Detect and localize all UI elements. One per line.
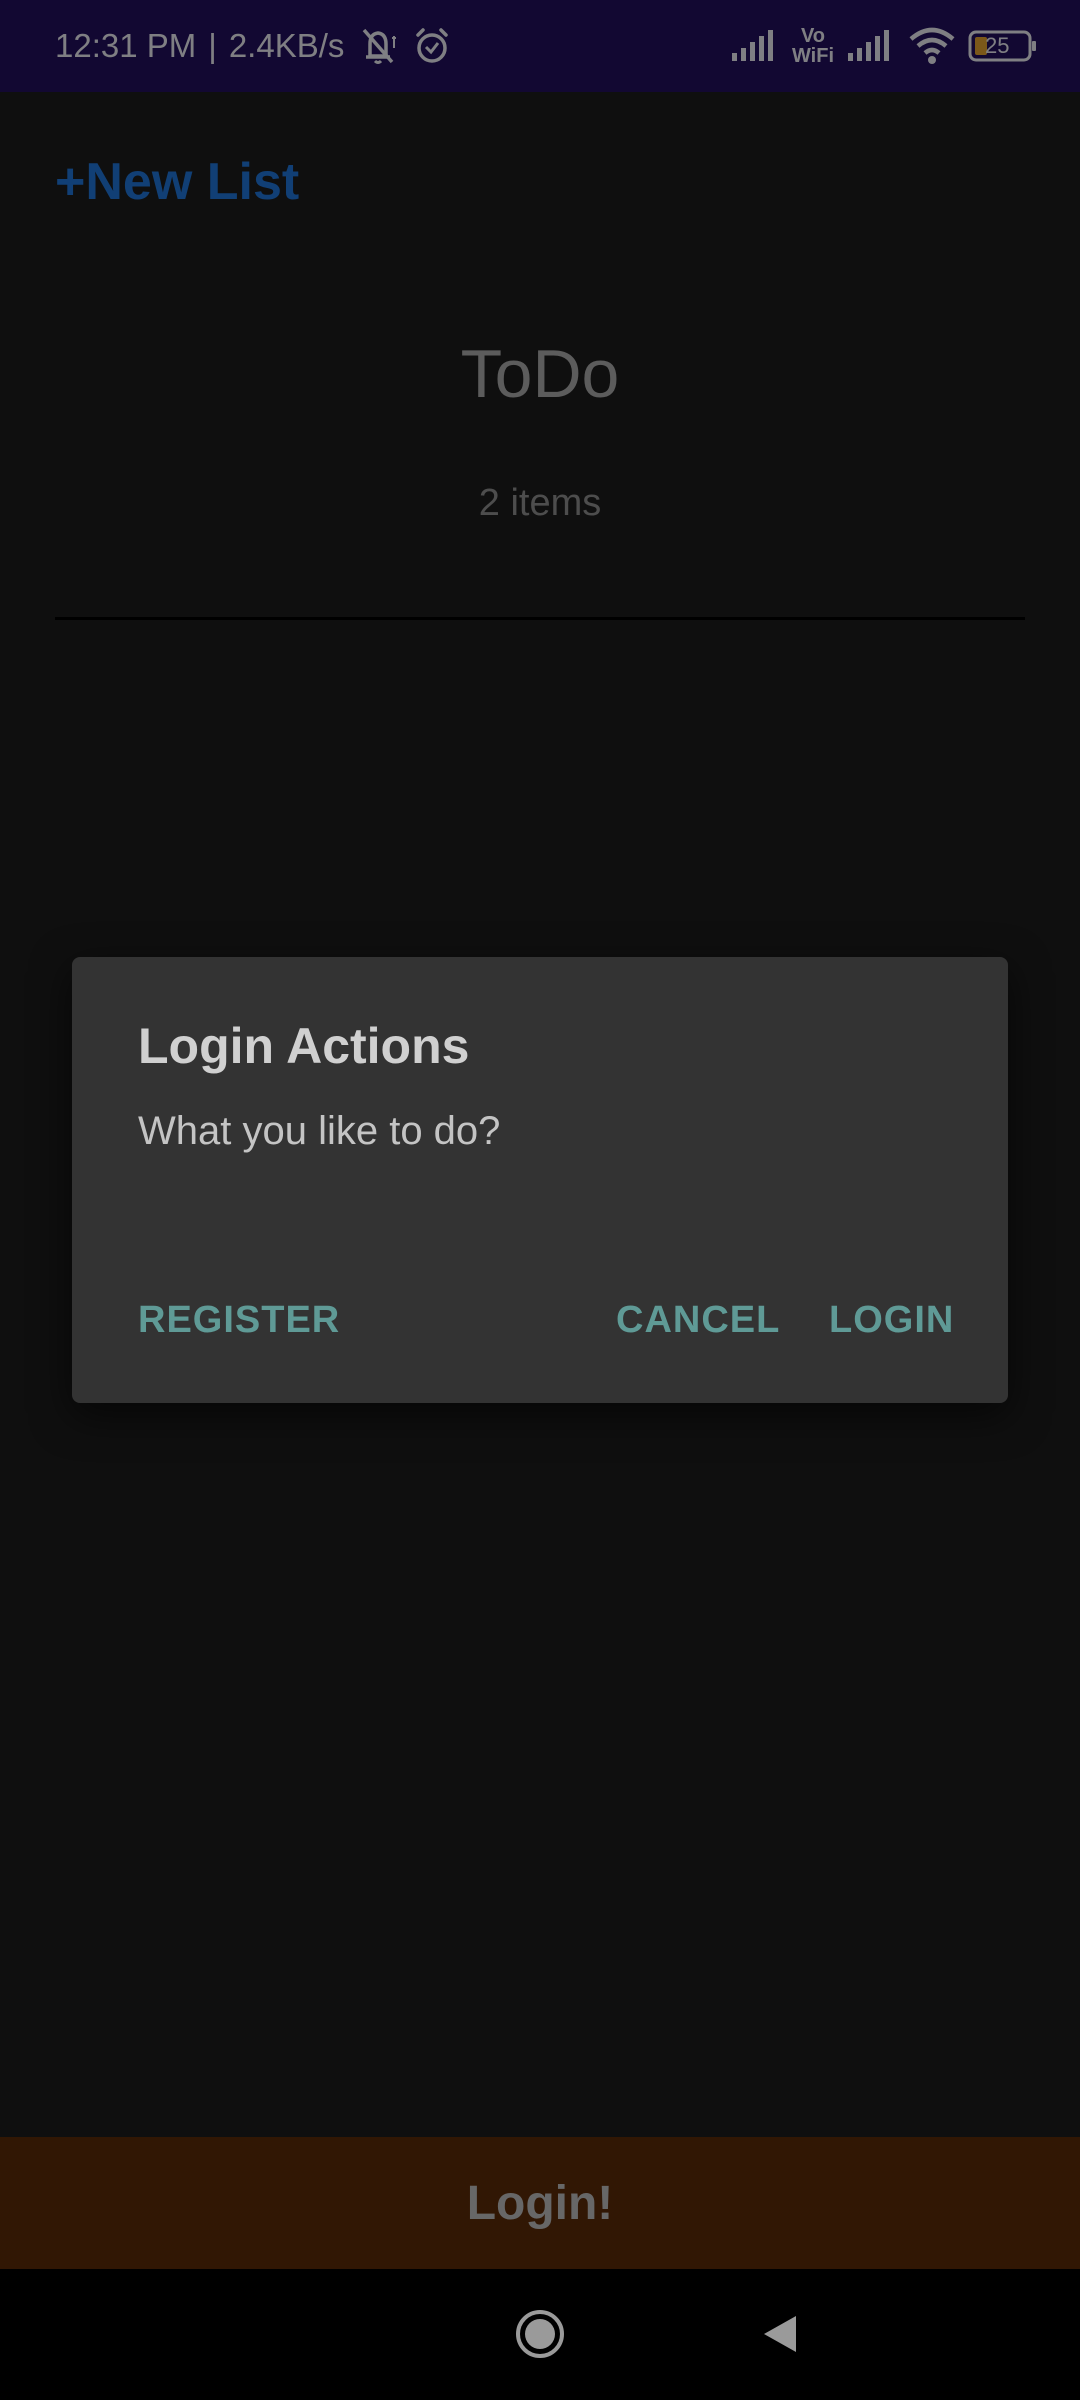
wifi-icon	[908, 27, 956, 65]
register-button[interactable]: REGISTER	[138, 1299, 340, 1342]
navigation-bar	[0, 2269, 1080, 2400]
vowifi-label-bottom: WiFi	[791, 45, 834, 67]
bell-muted-icon	[356, 26, 400, 66]
dialog-message: What you like to do?	[138, 1109, 501, 1153]
status-right: Vo WiFi 25	[730, 0, 1038, 92]
login-button[interactable]: LOGIN	[829, 1299, 954, 1342]
network-speed: 2.4KB/s	[228, 27, 345, 64]
battery-icon: 25	[968, 29, 1038, 63]
login-actions-dialog: Login Actions What you like to do? REGIS…	[72, 957, 1008, 1403]
status-separator: |	[208, 27, 217, 64]
status-bar: 12:31 PM | 2.4KB/s Vo WiFi 25	[0, 0, 1080, 92]
cancel-button[interactable]: CANCEL	[616, 1299, 780, 1342]
screen: 12:31 PM | 2.4KB/s Vo WiFi 25 +New List …	[0, 0, 1080, 2400]
dialog-title: Login Actions	[138, 1018, 470, 1074]
vowifi-icon: Vo WiFi	[792, 26, 834, 66]
status-time: 12:31 PM	[55, 27, 197, 64]
back-icon[interactable]	[760, 2313, 800, 2360]
signal-icon	[730, 29, 780, 63]
battery-level: 25	[985, 33, 1010, 58]
alarm-icon	[412, 26, 452, 66]
home-icon[interactable]	[515, 2309, 565, 2364]
signal-icon-2	[846, 29, 896, 63]
vowifi-label-top: Vo	[800, 25, 826, 47]
status-left: 12:31 PM | 2.4KB/s	[55, 0, 452, 92]
